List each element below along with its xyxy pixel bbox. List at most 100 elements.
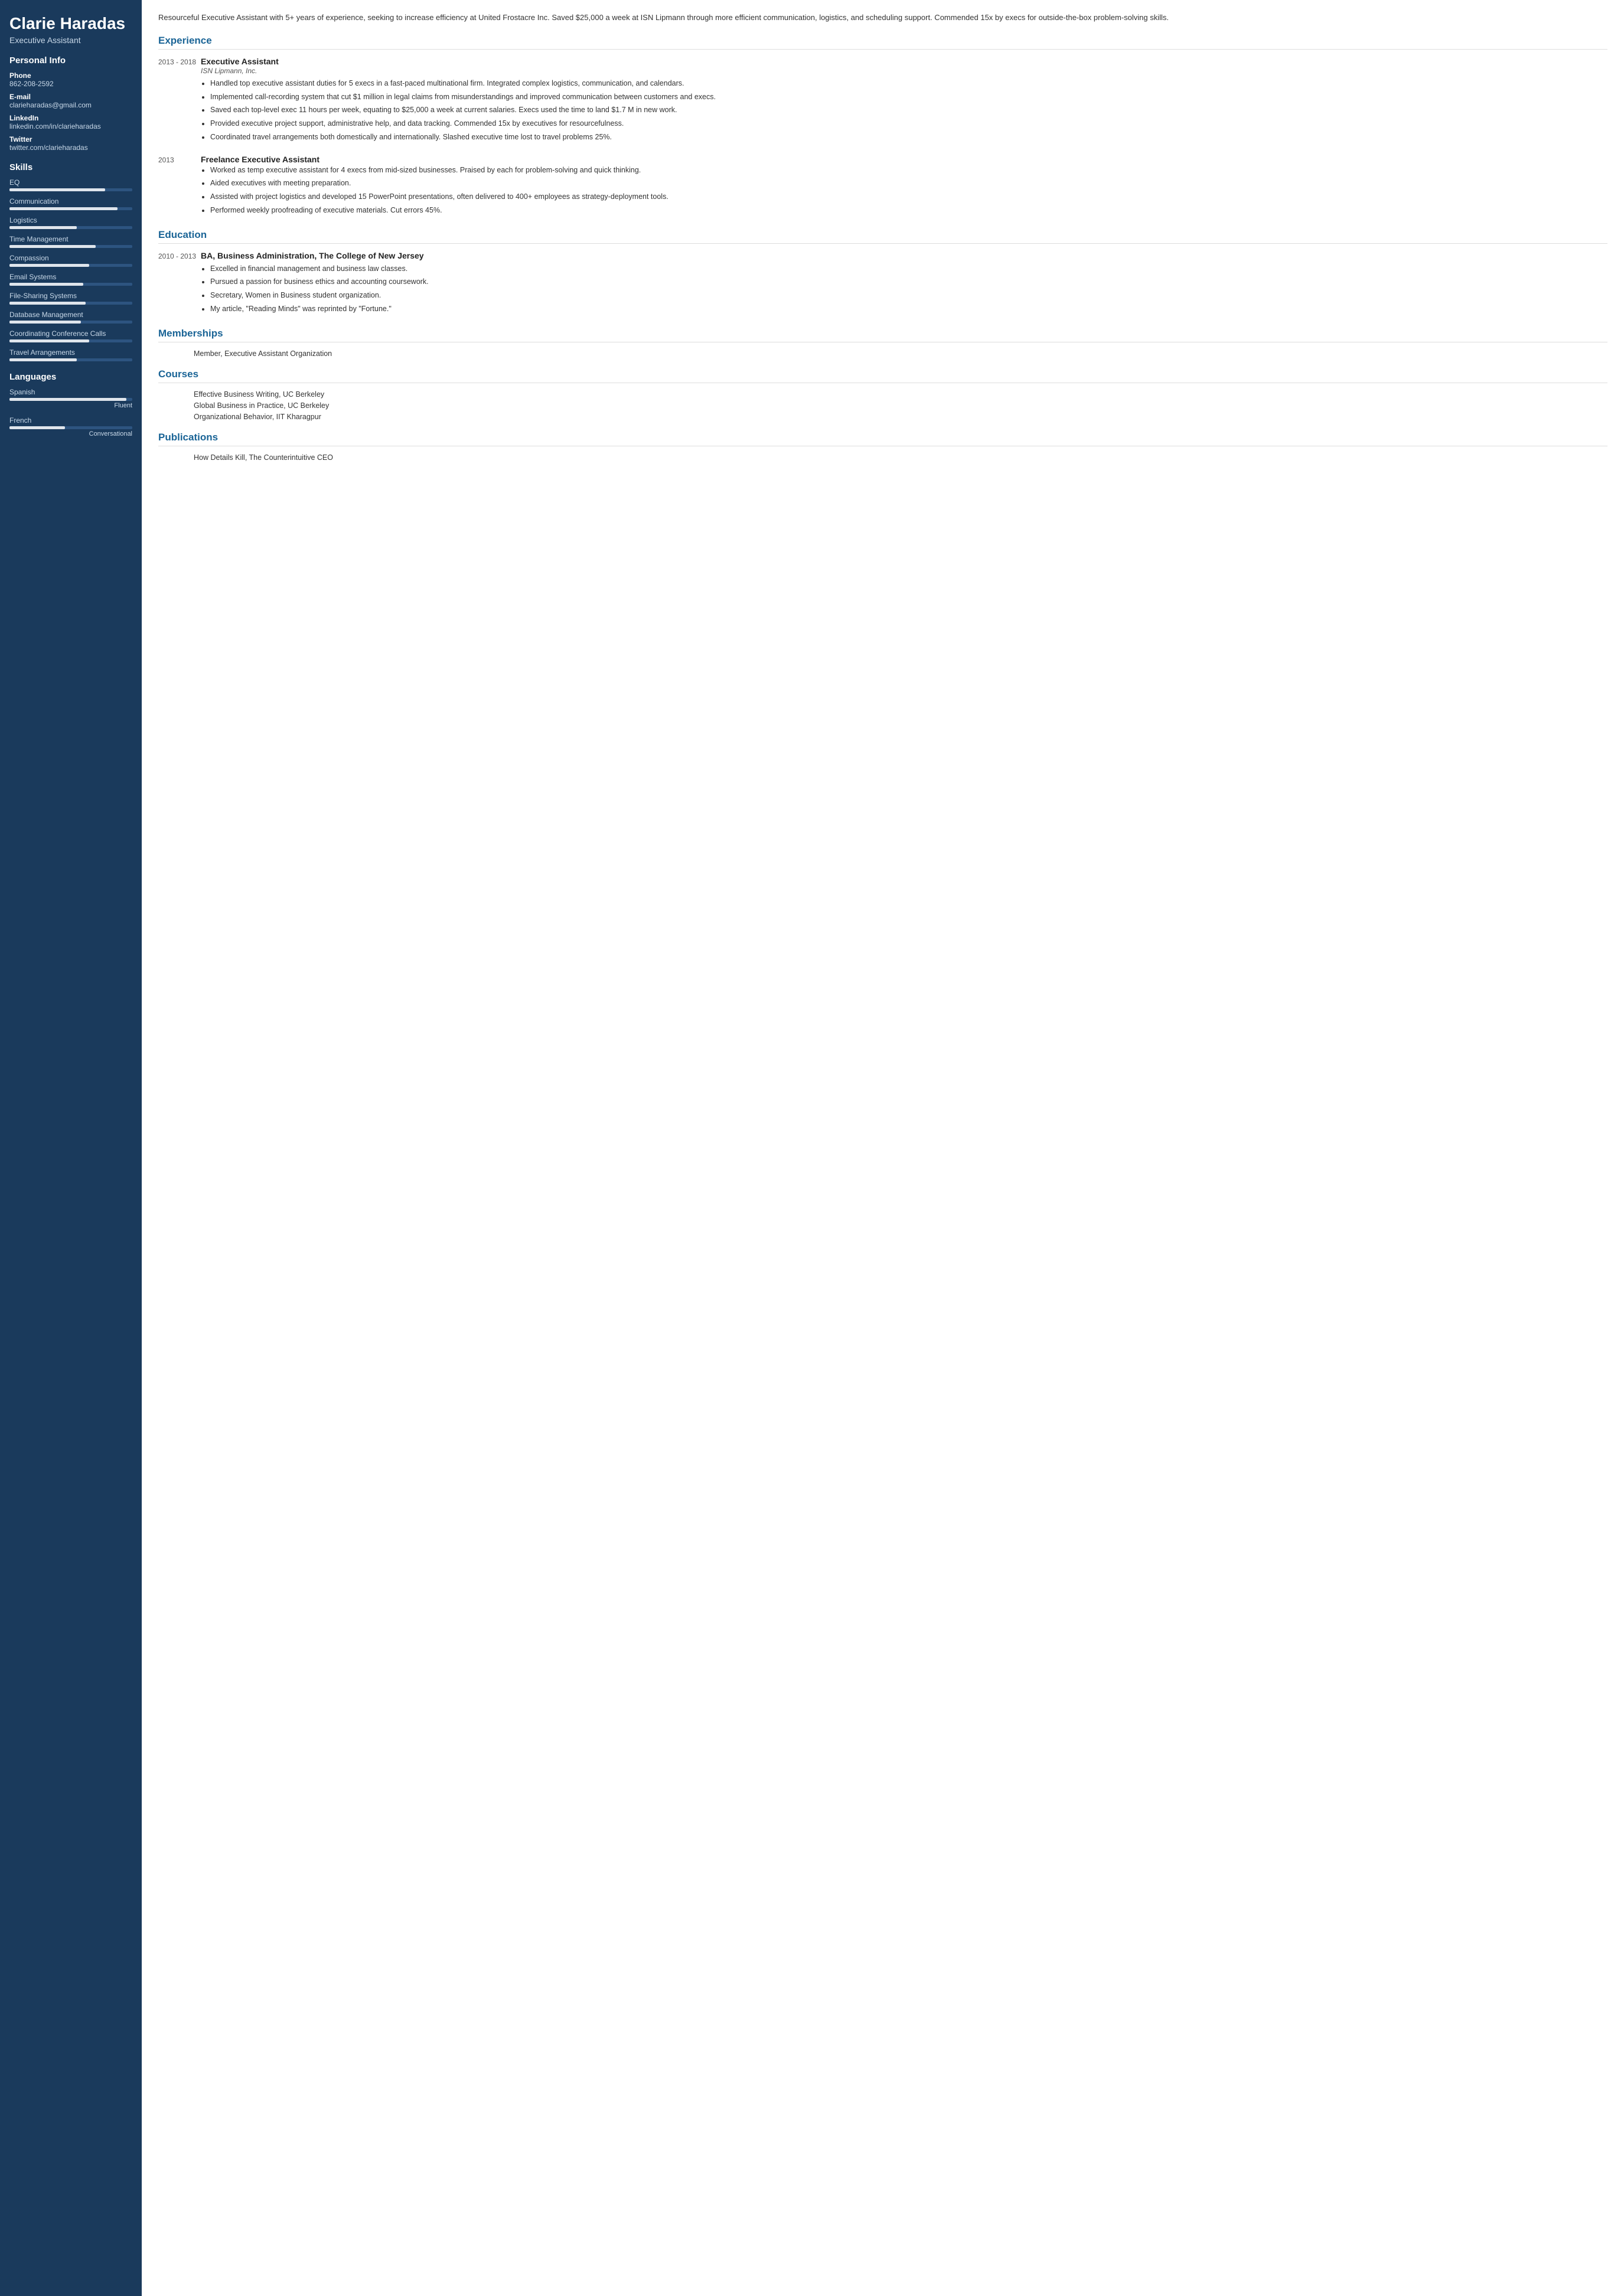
skill-bar-bg [9,339,132,342]
skills-list: EQ Communication Logistics Time Manageme… [9,178,132,361]
courses-section-title: Courses [158,368,1607,383]
education-dates: 2010 - 2013 [158,251,201,317]
skill-name: Compassion [9,254,132,262]
experience-bullet: Assisted with project logistics and deve… [210,191,1607,203]
skill-bar-fill [9,207,118,210]
courses-list: Effective Business Writing, UC Berkeley G… [158,390,1607,421]
skill-bar-fill [9,188,105,191]
education-bullets: Excelled in financial management and bus… [201,263,1607,315]
education-section-title: Education [158,229,1607,244]
twitter-label: Twitter [9,135,132,143]
skill-bar-bg [9,188,132,191]
language-bar-fill [9,426,65,429]
memberships-section-title: Memberships [158,328,1607,342]
email-item: E-mail clarieharadas@gmail.com [9,93,132,109]
experience-bullet: Saved each top-level exec 11 hours per w… [210,104,1607,116]
skill-name: Logistics [9,216,132,224]
languages-heading: Languages [9,372,132,382]
skill-item: Compassion [9,254,132,267]
skill-bar-bg [9,226,132,229]
email-label: E-mail [9,93,132,101]
sidebar: Clarie Haradas Executive Assistant Perso… [0,0,142,2296]
skill-name: Email Systems [9,273,132,281]
language-item: French Conversational [9,416,132,437]
phone-item: Phone 862-208-2592 [9,71,132,88]
skill-item: Travel Arrangements [9,348,132,361]
experience-section-title: Experience [158,35,1607,50]
course-item: Global Business in Practice, UC Berkeley [158,401,1607,410]
education-list: 2010 - 2013 BA, Business Administration,… [158,251,1607,317]
course-item: Organizational Behavior, IIT Kharagpur [158,413,1607,421]
education-bullet: Secretary, Women in Business student org… [210,290,1607,301]
skill-bar-fill [9,358,77,361]
language-name: French [9,416,132,424]
skill-item: Logistics [9,216,132,229]
experience-dates: 2013 - 2018 [158,57,201,145]
skill-bar-fill [9,226,77,229]
skill-name: Communication [9,197,132,205]
membership-item: Member, Executive Assistant Organization [158,350,1607,358]
experience-job-title: Executive Assistant [201,57,1607,66]
experience-job-title: Freelance Executive Assistant [201,155,1607,164]
education-bullet: Pursued a passion for business ethics an… [210,276,1607,288]
phone-label: Phone [9,71,132,80]
publication-item: How Details Kill, The Counterintuitive C… [158,453,1607,462]
experience-bullet: Performed weekly proofreading of executi… [210,205,1607,216]
publications-list: How Details Kill, The Counterintuitive C… [158,453,1607,462]
education-bullet: Excelled in financial management and bus… [210,263,1607,275]
experience-bullet: Provided executive project support, admi… [210,118,1607,129]
experience-content: Freelance Executive Assistant Worked as … [201,155,1607,218]
linkedin-label: LinkedIn [9,114,132,122]
skill-name: Database Management [9,311,132,319]
language-bar-fill [9,398,126,401]
skill-item: Communication [9,197,132,210]
skill-bar-fill [9,321,81,324]
skill-bar-fill [9,245,96,248]
main-content: Resourceful Executive Assistant with 5+ … [142,0,1624,2296]
language-bar-bg [9,426,132,429]
languages-list: Spanish Fluent French Conversational [9,388,132,437]
linkedin-item: LinkedIn linkedin.com/in/clarieharadas [9,114,132,130]
experience-company: ISN Lipmann, Inc. [201,67,1607,75]
skill-name: Coordinating Conference Calls [9,329,132,338]
skill-bar-bg [9,264,132,267]
email-value: clarieharadas@gmail.com [9,101,132,109]
skill-bar-fill [9,264,89,267]
skill-bar-bg [9,302,132,305]
skill-bar-bg [9,321,132,324]
candidate-title: Executive Assistant [9,35,132,45]
candidate-name: Clarie Haradas [9,14,132,33]
education-bullet: My article, "Reading Minds" was reprinte… [210,303,1607,315]
experience-bullets: Handled top executive assistant duties f… [201,78,1607,143]
skill-name: Time Management [9,235,132,243]
skill-bar-bg [9,207,132,210]
twitter-item: Twitter twitter.com/clarieharadas [9,135,132,152]
phone-value: 862-208-2592 [9,80,132,88]
experience-dates: 2013 [158,155,201,218]
twitter-value: twitter.com/clarieharadas [9,143,132,152]
experience-bullets: Worked as temp executive assistant for 4… [201,165,1607,216]
experience-bullet: Worked as temp executive assistant for 4… [210,165,1607,176]
skill-name: EQ [9,178,132,187]
education-content: BA, Business Administration, The College… [201,251,1607,317]
experience-bullet: Implemented call-recording system that c… [210,92,1607,103]
summary-text: Resourceful Executive Assistant with 5+ … [158,12,1607,24]
skill-item: EQ [9,178,132,191]
experience-list: 2013 - 2018 Executive Assistant ISN Lipm… [158,57,1607,218]
experience-entry: 2013 - 2018 Executive Assistant ISN Lipm… [158,57,1607,145]
skill-item: Time Management [9,235,132,248]
skill-bar-fill [9,302,86,305]
skill-name: File-Sharing Systems [9,292,132,300]
publications-section-title: Publications [158,432,1607,446]
skill-bar-fill [9,339,89,342]
skill-bar-bg [9,245,132,248]
course-item: Effective Business Writing, UC Berkeley [158,390,1607,399]
education-entry: 2010 - 2013 BA, Business Administration,… [158,251,1607,317]
language-level: Conversational [9,430,132,437]
skills-heading: Skills [9,162,132,172]
skill-bar-fill [9,283,83,286]
skill-item: File-Sharing Systems [9,292,132,305]
experience-bullet: Coordinated travel arrangements both dom… [210,132,1607,143]
linkedin-value: linkedin.com/in/clarieharadas [9,122,132,130]
experience-content: Executive Assistant ISN Lipmann, Inc. Ha… [201,57,1607,145]
